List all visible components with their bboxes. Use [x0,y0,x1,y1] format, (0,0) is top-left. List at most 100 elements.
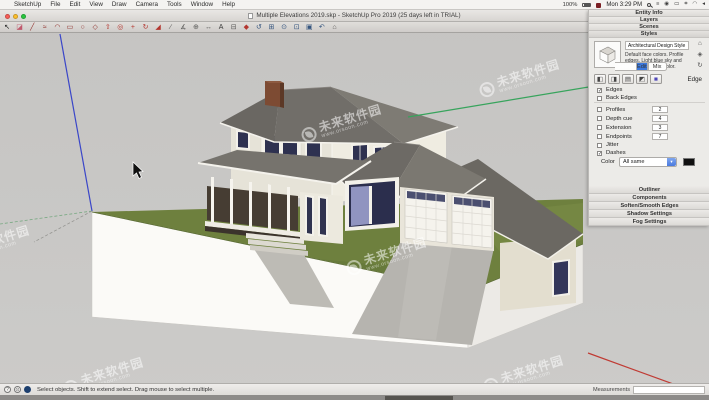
notification-center-icon[interactable]: ≡ [656,2,659,8]
previous-view-tool[interactable]: ↶ [318,24,326,31]
tray-bar[interactable]: Scenes [589,24,709,31]
text-tool[interactable]: A [217,24,225,31]
battery-percent: 100% [563,2,578,8]
tray-bar[interactable]: Soften/Smooth Edges [589,202,709,210]
divider [594,102,705,103]
orbit-tool[interactable]: ↺ [255,24,263,31]
background-settings-button[interactable]: ▤ [622,74,634,84]
menu-item[interactable]: SketchUp [14,1,41,8]
help-icon[interactable]: ? [4,386,11,393]
edge-section-label: Edge [688,76,702,83]
minimize-window-button[interactable] [13,14,18,19]
polygon-tool[interactable]: ◇ [91,24,99,31]
axes-tool[interactable]: ⊕ [192,24,200,31]
line-tool[interactable]: ╱ [28,24,36,31]
menu-item[interactable]: Draw [112,1,127,8]
freehand-tool[interactable]: ≈ [41,24,49,31]
spotlight-search-icon[interactable] [647,3,651,7]
stroke-label: Endpoints [606,134,632,140]
garage-door [452,195,492,248]
menu-item[interactable]: Edit [69,1,80,8]
credits-icon[interactable] [24,386,31,393]
stroke-row: Depth cue 4 [589,114,709,123]
status-hint: Select objects. Shift to extend select. … [37,387,214,393]
stroke-value-input[interactable]: 3 [652,124,668,131]
style-refresh-icon[interactable]: ↻ [693,63,707,70]
pan-tool[interactable]: ⊞ [267,24,275,31]
menu-item[interactable]: Window [191,1,213,8]
screen-record-icon[interactable]: ◉ [664,2,669,8]
checkbox[interactable]: ✓ [597,151,602,156]
watermark-settings-button[interactable]: ◩ [636,74,648,84]
measurements-input[interactable] [633,386,705,394]
volume-icon[interactable]: ◂ [702,2,705,8]
checkbox[interactable] [597,143,602,148]
tray-bar-styles[interactable]: Styles [589,31,709,38]
checkbox-row: ✓ Dashes [589,149,709,157]
protractor-tool[interactable]: ∡ [179,24,187,31]
face-settings-button[interactable]: ◨ [608,74,620,84]
style-name-input[interactable]: Architectural Design Style [625,41,689,50]
display-icon[interactable]: ▭ [674,2,679,8]
menu-item[interactable]: File [50,1,60,8]
wifi-icon[interactable]: ◠ [692,2,697,8]
views-tool[interactable]: ⌂ [330,24,338,31]
offset-tool[interactable]: ◎ [116,24,124,31]
menu-item[interactable]: Tools [167,1,182,8]
tray-bar[interactable]: Fog Settings [589,218,709,226]
stroke-value-input[interactable]: 7 [652,133,668,140]
edge-color-row: Color All same ▾ [589,157,709,169]
styles-tabs: Select Edit Mix [615,62,667,71]
stroke-row: Extension 3 [589,123,709,132]
arc-tool[interactable]: ◠ [53,24,61,31]
edge-color-swatch[interactable] [683,158,695,166]
tray-bar[interactable]: Shadow Settings [589,210,709,218]
rotate-tool[interactable]: ↻ [142,24,150,31]
tray-bar[interactable]: Entity Info [589,10,709,17]
push-pull-tool[interactable]: ⇧ [104,24,112,31]
eraser-tool[interactable]: ◪ [16,24,24,31]
status-bar: ? ⊙ Select objects. Shift to extend sele… [0,383,709,395]
move-tool[interactable]: + [129,24,137,31]
checkbox[interactable]: ✓ [597,88,602,93]
zoom-window-button[interactable] [21,14,26,19]
styles-tab[interactable]: Mix [648,62,667,71]
checkbox[interactable] [597,107,602,112]
menu-item[interactable]: View [89,1,103,8]
edge-color-dropdown[interactable]: All same ▾ [619,157,677,167]
circle-tool[interactable]: ○ [79,24,87,31]
menu-item[interactable]: Help [222,1,235,8]
style-in-model-icon[interactable]: ⌂ [693,41,707,48]
edge-settings-button[interactable]: ◧ [594,74,606,84]
select-tool[interactable]: ↖ [3,24,11,31]
section-plane-tool[interactable]: ⊟ [230,24,238,31]
paint-bucket-tool[interactable]: ◆ [242,24,250,31]
zoom-window-tool[interactable]: ⊡ [293,24,301,31]
style-paint-icon[interactable]: ◈ [693,52,707,59]
checkbox[interactable] [597,96,602,101]
tray-bar[interactable]: Components [589,194,709,202]
battery-icon [582,3,591,8]
styles-tab[interactable]: Select [615,62,636,71]
tray-bar[interactable]: Layers [589,17,709,24]
scale-tool[interactable]: ◢ [154,24,162,31]
menu-clock[interactable]: Mon 3:29 PM [606,2,642,8]
close-window-button[interactable] [5,14,10,19]
zoom-tool[interactable]: ⊙ [280,24,288,31]
checkbox[interactable] [597,116,602,121]
geolocation-icon[interactable]: ⊙ [14,386,21,393]
keyboard-icon[interactable]: ⌗ [684,2,687,8]
menu-item[interactable]: Camera [136,1,158,8]
zoom-extents-tool[interactable]: ▣ [305,24,313,31]
styles-tab[interactable]: Edit [636,62,648,71]
modeling-settings-button[interactable]: ■ [650,74,662,84]
stroke-value-input[interactable]: 2 [652,106,668,113]
tape-measure-tool[interactable]: ∕ [167,24,175,31]
stroke-value-input[interactable]: 4 [652,115,668,122]
checkbox[interactable] [597,125,602,130]
dimension-tool[interactable]: ↔ [205,24,213,31]
rectangle-tool[interactable]: ▭ [66,24,74,31]
document-proxy-icon [248,13,253,19]
tray-bar[interactable]: Outliner [589,186,709,194]
checkbox[interactable] [597,134,602,139]
